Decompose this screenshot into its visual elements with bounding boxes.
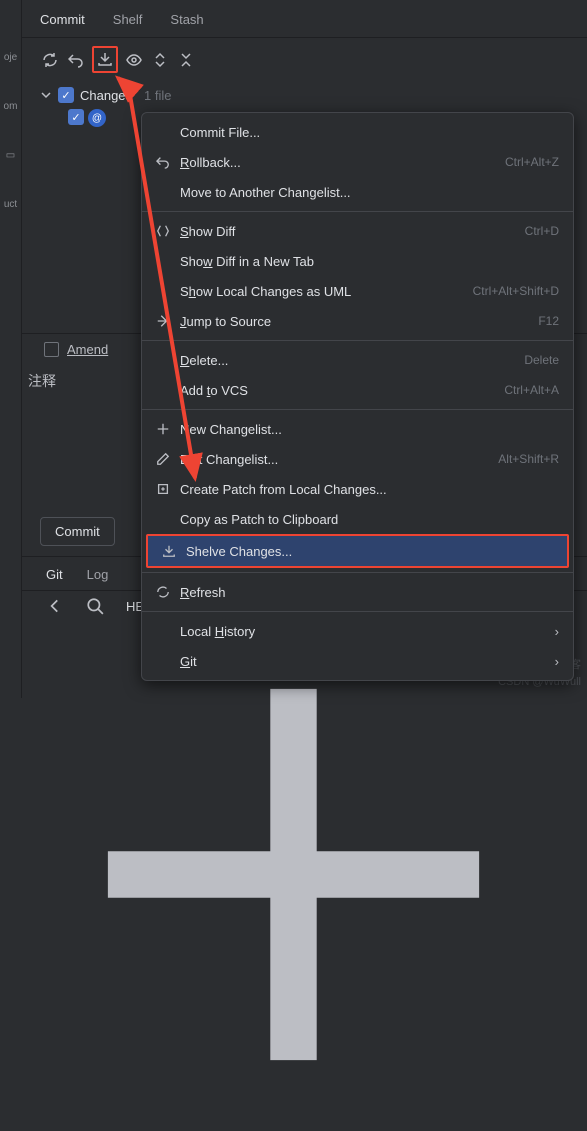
- chevron-left-icon[interactable]: [46, 597, 64, 615]
- plus-icon[interactable]: [46, 1110, 541, 1125]
- menu-shelve-changes[interactable]: Shelve Changes...: [148, 536, 567, 566]
- separator: [142, 340, 573, 341]
- menu-git[interactable]: Git›: [142, 646, 573, 676]
- left-tool-strip: oje om ▭ uct: [0, 0, 22, 698]
- menu-delete[interactable]: Delete... Delete: [142, 345, 573, 375]
- refresh-icon[interactable]: [40, 50, 60, 70]
- menu-show-diff-tab[interactable]: Show Diff in a New Tab: [142, 246, 573, 276]
- menu-jump-source[interactable]: Jump to Source F12: [142, 306, 573, 336]
- amend-label: AAmendmend: [67, 342, 108, 357]
- preview-icon[interactable]: [124, 50, 144, 70]
- separator: [142, 611, 573, 612]
- file-count: 1 file: [144, 88, 171, 103]
- checkbox-checked[interactable]: ✓: [68, 109, 84, 125]
- menu-commit-file[interactable]: Commit File...: [142, 117, 573, 147]
- separator: [142, 409, 573, 410]
- rollback-icon[interactable]: [66, 50, 86, 70]
- menu-local-history[interactable]: Local History›: [142, 616, 573, 646]
- menu-refresh[interactable]: Refresh: [142, 577, 573, 607]
- menu-move-changelist[interactable]: Move to Another Changelist...: [142, 177, 573, 207]
- shelve-icon-highlight: [92, 46, 118, 73]
- menu-show-uml[interactable]: Show Local Changes as UML Ctrl+Alt+Shift…: [142, 276, 573, 306]
- edit-icon: [154, 450, 172, 468]
- separator: [142, 572, 573, 573]
- strip-label: om: [4, 101, 18, 112]
- separator: [142, 211, 573, 212]
- strip-label: oje: [4, 52, 17, 63]
- tab-log[interactable]: Log: [87, 567, 109, 582]
- toolbar: [0, 38, 587, 79]
- menu-new-changelist[interactable]: New Changelist...: [142, 414, 573, 444]
- plus-icon: [154, 420, 172, 438]
- rollback-icon: [154, 153, 172, 171]
- file-icon: @: [88, 109, 106, 127]
- menu-add-vcs[interactable]: Add to VCS Ctrl+Alt+A: [142, 375, 573, 405]
- changes-root[interactable]: ✓ Changes 1 file: [40, 83, 547, 107]
- shelve-highlight-box: Shelve Changes...: [146, 534, 569, 568]
- collapse-icon[interactable]: [176, 50, 196, 70]
- menu-show-diff[interactable]: Show Diff Ctrl+D: [142, 216, 573, 246]
- chevron-right-icon: ›: [555, 624, 559, 639]
- tab-shelf[interactable]: Shelf: [113, 12, 143, 27]
- tab-commit[interactable]: Commit: [40, 12, 85, 27]
- tab-stash[interactable]: Stash: [170, 12, 203, 27]
- shelve-icon[interactable]: [95, 49, 115, 69]
- top-tabs: Commit Shelf Stash: [0, 0, 587, 38]
- chevron-down-icon[interactable]: [40, 89, 52, 101]
- tab-git[interactable]: Git: [46, 567, 63, 582]
- commit-button[interactable]: Commit: [40, 517, 115, 546]
- context-menu: Commit File... Rollback... Ctrl+Alt+Z Mo…: [141, 112, 574, 681]
- search-icon[interactable]: [86, 597, 104, 615]
- diff-icon: [154, 222, 172, 240]
- chevron-right-icon: ›: [555, 654, 559, 669]
- refresh-icon: [154, 583, 172, 601]
- strip-label: uct: [4, 199, 17, 210]
- changes-label: Changes: [80, 88, 132, 103]
- patch-icon: [154, 480, 172, 498]
- strip-icon[interactable]: ▭: [6, 150, 15, 161]
- menu-edit-changelist[interactable]: Edit Changelist... Alt+Shift+R: [142, 444, 573, 474]
- menu-rollback[interactable]: Rollback... Ctrl+Alt+Z: [142, 147, 573, 177]
- menu-copy-patch[interactable]: Copy as Patch to Clipboard: [142, 504, 573, 534]
- expand-icon[interactable]: [150, 50, 170, 70]
- menu-create-patch[interactable]: Create Patch from Local Changes...: [142, 474, 573, 504]
- amend-checkbox[interactable]: [44, 342, 59, 357]
- shelve-icon: [160, 542, 178, 560]
- checkbox-checked[interactable]: ✓: [58, 87, 74, 103]
- jump-icon: [154, 312, 172, 330]
